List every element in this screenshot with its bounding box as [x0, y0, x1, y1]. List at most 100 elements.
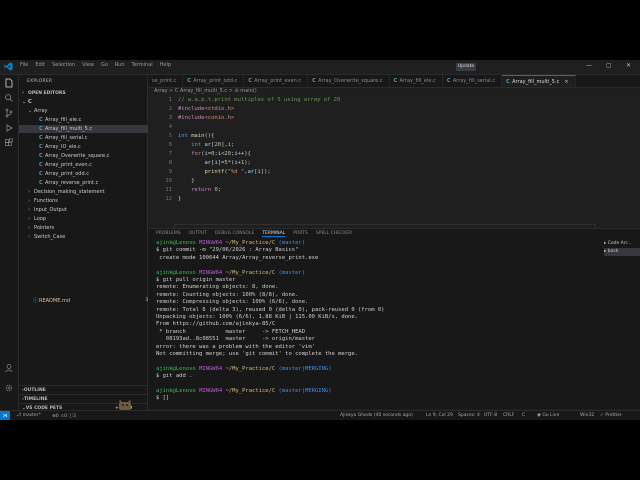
prompt-branch: (master) [278, 240, 306, 246]
problems-indicator[interactable]: ⊗0 ⚠0 ⓘ3 [52, 413, 76, 419]
branch-icon: ⎇ [16, 413, 23, 418]
code-line[interactable]: #include<conio.h> [178, 115, 234, 121]
file-name: Array_reverse_print.c [45, 180, 99, 186]
folder-c[interactable]: ⌄ C [19, 98, 150, 106]
line-number: 6 [168, 142, 172, 148]
editor-tabs: se_print.c C Array_print_odd.c C Array_print… [148, 75, 640, 88]
panel-tab-ports[interactable]: PORTS [293, 231, 308, 237]
prompt-shell: MINGW64 [199, 240, 223, 246]
code-line[interactable]: for(i=0;i<20;i++){ [178, 151, 251, 157]
file-item[interactable]: C Array_IO_ele.c [19, 143, 167, 151]
terminal-line: * branch master -> FETCH_HEAD [156, 328, 306, 335]
code-line[interactable]: #include<stdio.h> [178, 106, 234, 112]
editor-tab[interactable]: C Array_fill_serial.c [443, 75, 503, 87]
cursor-position[interactable]: Ln 9, Col 29 [426, 413, 453, 418]
terminal-blank [156, 262, 596, 269]
panel-tab-debug-console[interactable]: DEBUG CONSOLE [215, 231, 254, 237]
line-ending[interactable]: CRLF [503, 413, 514, 418]
folder-array[interactable]: ⌄ Array [19, 107, 156, 115]
explorer-icon[interactable] [4, 78, 14, 88]
open-editors-section[interactable]: › OPEN EDITORS [19, 89, 150, 97]
folder-item[interactable]: › Decision_making_statement [19, 188, 156, 196]
menu-terminal[interactable]: Terminal [132, 62, 153, 68]
editor-tab[interactable]: C Array_print_odd.c [183, 75, 245, 87]
go-live-button[interactable]: ◉ Go Live [537, 413, 559, 418]
code-line[interactable]: int main(){ [178, 133, 214, 139]
git-blame[interactable]: Ajinkya Ghode (40 seconds ago) [340, 413, 413, 418]
file-item[interactable]: C Array_print_odd.c [19, 170, 167, 178]
code-line[interactable]: ar[i]=5*(i+1); [178, 160, 251, 166]
folder-item[interactable]: › Pointers [19, 224, 156, 232]
close-tab-icon[interactable]: × [564, 79, 568, 85]
menu-run[interactable]: Run [115, 62, 125, 68]
platform[interactable]: Win32 [580, 413, 594, 418]
bottom-panel: PROBLEMS OUTPUT DEBUG CONSOLE TERMINAL PORTS… [148, 228, 640, 409]
code-line[interactable]: int ar[20],i; [178, 142, 234, 148]
terminal-session-label: bash [607, 249, 619, 254]
file-item[interactable]: C Array_print_even.c [19, 161, 167, 169]
search-icon[interactable] [4, 93, 14, 103]
menu-file[interactable]: File [20, 62, 28, 68]
folder-item[interactable]: › Input_Output [19, 206, 156, 214]
terminal-session-label: Code Arr... [607, 241, 632, 246]
file-item[interactable]: C Array_fill_multi_5.c [19, 125, 167, 133]
run-debug-icon[interactable] [4, 123, 14, 133]
file-name: Array_print_odd.c [45, 171, 89, 177]
source-control-icon[interactable] [4, 108, 14, 118]
update-button[interactable]: Update [456, 63, 476, 71]
terminal-output[interactable]: ajink@Lenovo MINGW64 ~/My_Practice/C (ma… [156, 240, 596, 410]
file-item[interactable]: C Array_fill_ele.c [19, 116, 167, 124]
file-item[interactable]: C Array_Overwrite_square.c [19, 152, 167, 160]
panel-tab-terminal[interactable]: TERMINAL [262, 231, 286, 237]
code-line[interactable]: } [178, 196, 181, 202]
language-mode[interactable]: C [522, 413, 525, 418]
terminal-prompt: ajink@Lenovo MINGW64 ~/My_Practice/C (ma… [156, 366, 596, 373]
close-icon[interactable]: ✕ [626, 62, 631, 69]
terminal-session-bash[interactable]: ▸ bash [604, 248, 640, 256]
panel-tab-spell-checker[interactable]: SPELL CHECKER [316, 231, 352, 237]
maximize-icon[interactable]: ▢ [606, 62, 612, 69]
prompt-user: ajink@Lenovo [156, 269, 196, 276]
terminal-line: 08193ad..8c08551 master -> origin/master [156, 336, 315, 343]
folder-item[interactable]: › Switch_Case [19, 233, 156, 241]
encoding[interactable]: UTF-8 [484, 413, 497, 418]
editor-tab[interactable]: C Array_print_even.c [244, 75, 309, 87]
account-icon[interactable] [4, 363, 14, 373]
code-line[interactable]: } [178, 178, 194, 184]
panel-tab-output[interactable]: OUTPUT [189, 231, 207, 237]
folder-item[interactable]: › Functions [19, 197, 156, 205]
gear-icon[interactable] [4, 383, 14, 393]
indentation[interactable]: Spaces: 4 [458, 413, 480, 418]
extensions-icon[interactable] [4, 138, 14, 148]
menu-view[interactable]: View [82, 62, 94, 68]
branch-indicator[interactable]: ⎇ master* [16, 413, 41, 418]
prompt-path: ~/My_Practice/C [225, 240, 276, 246]
editor-tab[interactable]: C Array_Overwrite_square.c [308, 75, 390, 87]
info-count: 3 [72, 414, 76, 419]
code-line[interactable]: // w.a.p.t.print multiples of 5 using ar… [178, 97, 340, 103]
folder-item[interactable]: › Loop [19, 215, 156, 223]
editor-tab[interactable]: se_print.c [148, 75, 184, 87]
file-item[interactable]: C Array_fill_serial.c [19, 134, 167, 142]
line-number: 5 [168, 133, 172, 139]
panel-tab-problems[interactable]: PROBLEMS [156, 231, 181, 237]
menu-help[interactable]: Help [160, 62, 171, 68]
file-name: Array_Overwrite_square.c [45, 153, 110, 159]
menu-edit[interactable]: Edit [35, 62, 45, 68]
code-line[interactable]: return 0; [178, 187, 221, 193]
file-item[interactable]: C Array_reverse_print.c [19, 179, 167, 187]
prompt-user: ajink@Lenovo [156, 365, 196, 372]
editor-tab[interactable]: C Array_fill_ele.c [390, 75, 443, 87]
tab-label: Array_print_even.c [254, 78, 302, 84]
code-line[interactable]: printf("%d ",ar[i]); [178, 169, 271, 175]
tab-label: Array_Overwrite_square.c [318, 78, 383, 84]
remote-icon[interactable]: ⋊ [0, 411, 10, 420]
line-number: 3 [168, 115, 172, 121]
editor-tab[interactable]: C Array_fill_multi_5.c × [502, 75, 576, 87]
minimize-icon[interactable]: — [586, 62, 592, 69]
terminal-session-code[interactable]: ▸ Code Arr... [604, 240, 640, 248]
prettier[interactable]: ✓ Prettier [600, 413, 622, 418]
menu-selection[interactable]: Selection [52, 62, 75, 68]
menu-go[interactable]: Go [101, 62, 108, 68]
readme-file[interactable]: ⓘREADME.md3, M [19, 297, 161, 305]
